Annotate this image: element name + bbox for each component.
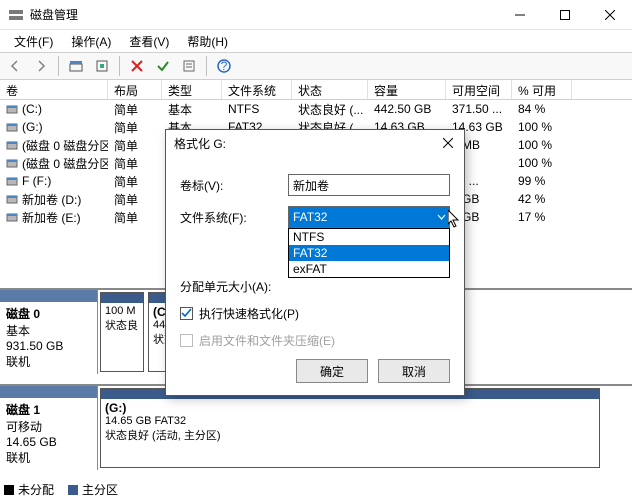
cancel-button[interactable]: 取消 xyxy=(378,359,450,383)
drive-icon xyxy=(6,193,18,205)
disk-row-1: 磁盘 1 可移动 14.65 GB 联机 (G:)14.65 GB FAT32状… xyxy=(0,384,632,470)
minimize-button[interactable] xyxy=(497,0,542,30)
legend-unalloc-swatch xyxy=(4,485,14,495)
close-button[interactable] xyxy=(587,0,632,30)
col-pct[interactable]: % 可用 xyxy=(512,80,572,99)
maximize-button[interactable] xyxy=(542,0,587,30)
title-bar: 磁盘管理 xyxy=(0,0,632,30)
drive-icon xyxy=(6,139,18,151)
col-layout[interactable]: 布局 xyxy=(108,80,162,99)
drive-icon xyxy=(6,121,18,133)
fs-option-exfat[interactable]: exFAT xyxy=(289,261,449,277)
fs-option-fat32[interactable]: FAT32 xyxy=(289,245,449,261)
chevron-down-icon xyxy=(437,213,446,222)
label-allocation-unit: 分配单元大小(A): xyxy=(180,278,288,295)
col-free[interactable]: 可用空间 xyxy=(446,80,512,99)
menu-action[interactable]: 操作(A) xyxy=(63,30,119,53)
back-button[interactable] xyxy=(4,55,26,77)
toolbar-delete-icon[interactable] xyxy=(126,55,148,77)
toolbar-view-icon[interactable] xyxy=(65,55,87,77)
dialog-title: 格式化 G: xyxy=(174,135,226,152)
window-title: 磁盘管理 xyxy=(30,6,78,23)
menu-view[interactable]: 查看(V) xyxy=(121,30,177,53)
filesystem-dropdown: NTFS FAT32 exFAT xyxy=(288,228,450,278)
volume-list-header: 卷 布局 类型 文件系统 状态 容量 可用空间 % 可用 xyxy=(0,80,632,100)
toolbar: ? xyxy=(0,52,632,80)
disk1-part-0[interactable]: (G:)14.65 GB FAT32状态良好 (活动, 主分区) xyxy=(100,388,600,468)
format-dialog: 格式化 G: 卷标(V): 文件系统(F): FAT32 NTFS FAT32 … xyxy=(165,129,465,396)
label-volume-name: 卷标(V): xyxy=(180,177,288,194)
volume-row[interactable]: (C:)简单基本NTFS状态良好 (...442.50 GB371.50 ...… xyxy=(0,100,632,118)
col-type[interactable]: 类型 xyxy=(162,80,222,99)
menu-file[interactable]: 文件(F) xyxy=(6,30,61,53)
checkbox-unchecked-icon xyxy=(180,334,193,347)
legend: 未分配 主分区 xyxy=(4,481,118,498)
drive-icon xyxy=(6,175,18,187)
col-status[interactable]: 状态 xyxy=(292,80,368,99)
toolbar-help-icon[interactable]: ? xyxy=(213,55,235,77)
disk0-label[interactable]: 磁盘 0 基本 931.50 GB 联机 xyxy=(0,290,98,374)
fs-option-ntfs[interactable]: NTFS xyxy=(289,229,449,245)
col-capacity[interactable]: 容量 xyxy=(368,80,446,99)
volume-label-input[interactable] xyxy=(288,174,450,196)
disk1-label[interactable]: 磁盘 1 可移动 14.65 GB 联机 xyxy=(0,386,98,470)
ok-button[interactable]: 确定 xyxy=(296,359,368,383)
disk0-part-0[interactable]: 100 M状态良 xyxy=(100,292,144,372)
dialog-close-button[interactable] xyxy=(434,132,462,154)
col-fs[interactable]: 文件系统 xyxy=(222,80,292,99)
toolbar-props-icon[interactable] xyxy=(178,55,200,77)
forward-button[interactable] xyxy=(30,55,52,77)
drive-icon xyxy=(6,157,18,169)
toolbar-refresh-icon[interactable] xyxy=(91,55,113,77)
legend-primary-swatch xyxy=(68,485,78,495)
menu-help[interactable]: 帮助(H) xyxy=(179,30,236,53)
drive-icon xyxy=(6,211,18,223)
col-volume[interactable]: 卷 xyxy=(0,80,108,99)
label-filesystem: 文件系统(F): xyxy=(180,209,288,226)
checkbox-checked-icon xyxy=(180,307,193,320)
filesystem-combo[interactable]: FAT32 xyxy=(288,206,450,228)
app-icon xyxy=(8,7,24,23)
drive-icon xyxy=(6,103,18,115)
compression-checkbox-row: 启用文件和文件夹压缩(E) xyxy=(180,332,450,349)
toolbar-check-icon[interactable] xyxy=(152,55,174,77)
menu-bar: 文件(F) 操作(A) 查看(V) 帮助(H) xyxy=(0,30,632,52)
svg-text:?: ? xyxy=(221,59,228,73)
quick-format-checkbox-row[interactable]: 执行快速格式化(P) xyxy=(180,305,450,322)
